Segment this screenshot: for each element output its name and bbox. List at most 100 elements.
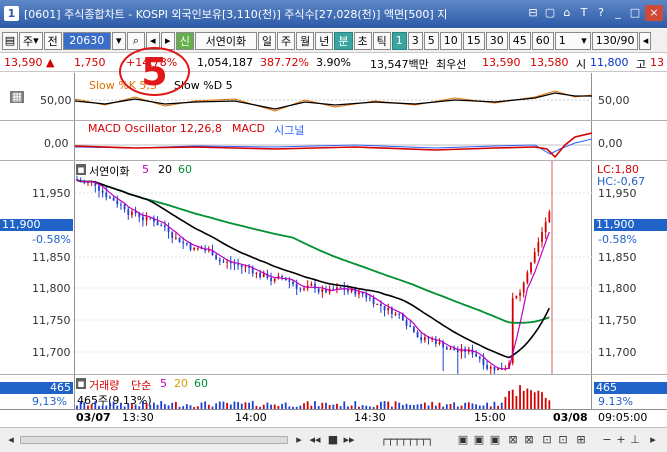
- code-dropdown-icon[interactable]: ▾: [111, 31, 126, 50]
- stop-icon[interactable]: ■: [326, 433, 340, 447]
- forward-icon[interactable]: ▸▸: [342, 433, 356, 447]
- volume-bar: [354, 401, 357, 409]
- candle-body: [101, 190, 104, 193]
- signal-line: [75, 138, 592, 155]
- tool-icon-4[interactable]: ⊠: [506, 433, 520, 447]
- candle-body: [412, 326, 415, 333]
- candle-body: [478, 356, 481, 359]
- close-icon[interactable]: ×: [645, 5, 663, 21]
- volume-bar: [467, 402, 470, 409]
- macd-panel[interactable]: MACD Oscillator 12,26,8 MACD 시그널 0,00 0,…: [0, 121, 667, 160]
- period-year[interactable]: 년: [315, 31, 334, 50]
- zoom-slider[interactable]: ┌┬┬┬┬┬┬┐: [362, 433, 452, 447]
- current-price-tag-right: 11,900: [594, 219, 667, 231]
- price-panel[interactable]: ▪ 서연이화 5 20 60 11,950 11,850 11,800 11,7…: [0, 161, 667, 374]
- fit-icon[interactable]: ⊥: [628, 433, 642, 447]
- interval-10[interactable]: 10: [439, 31, 462, 50]
- window-icon[interactable]: ▢: [543, 5, 557, 21]
- candle-body: [438, 342, 441, 344]
- stock-code-input[interactable]: 20630: [62, 31, 111, 50]
- tool-icon-2[interactable]: ▣: [472, 433, 486, 447]
- zoom-out-icon[interactable]: −: [600, 433, 614, 447]
- period-minute[interactable]: 분: [334, 31, 353, 50]
- candle-body: [281, 276, 283, 278]
- volume-bar: [174, 402, 177, 409]
- lock-icon[interactable]: ⌂: [560, 5, 574, 21]
- period-day[interactable]: 일: [257, 31, 277, 50]
- stock-type-select[interactable]: 주 ▾: [19, 31, 43, 50]
- period-week[interactable]: 주: [277, 31, 296, 50]
- period-tick[interactable]: 틱: [372, 31, 391, 50]
- volume-rate-left: 9,13%: [32, 395, 67, 408]
- candle-body: [182, 242, 185, 244]
- interval-5[interactable]: 5: [423, 31, 439, 50]
- stochastic-panel[interactable]: ▦ Slow %K 5,3 Slow %D 5 50,00 50,00: [0, 73, 667, 120]
- ytick-11750-left: 11,750: [32, 314, 71, 327]
- candle-body: [163, 225, 166, 228]
- tool-icon-1[interactable]: ▣: [456, 433, 470, 447]
- tool-icon-8[interactable]: ⊞: [574, 433, 588, 447]
- candle-body: [365, 293, 368, 298]
- candle-body: [548, 211, 551, 222]
- candle-body: [127, 209, 130, 215]
- volume-bar: [508, 390, 510, 409]
- grid-menu-icon[interactable]: ▤: [2, 31, 18, 50]
- restore-icon[interactable]: ⊟: [526, 5, 540, 21]
- stock-name: 서연이화: [194, 31, 257, 50]
- volume-bar: [237, 402, 240, 409]
- candle-body: [244, 266, 247, 268]
- maximize-icon[interactable]: □: [628, 5, 642, 21]
- candle-body: [347, 289, 349, 292]
- table-icon[interactable]: ▦: [10, 91, 24, 103]
- search-icon[interactable]: ⌕: [126, 31, 145, 50]
- time-label-date1: 03/07: [76, 411, 111, 424]
- candle-body: [420, 337, 423, 341]
- candle-body: [530, 262, 532, 273]
- candle-body: [380, 304, 382, 306]
- minimize-icon[interactable]: _: [611, 5, 625, 21]
- interval-3[interactable]: 3: [407, 31, 423, 50]
- volume-bar: [160, 401, 163, 409]
- candle-body: [240, 265, 243, 267]
- interval-15[interactable]: 15: [462, 31, 485, 50]
- current-price-tag-left: 11,900: [0, 219, 73, 231]
- period-month[interactable]: 월: [296, 31, 315, 50]
- zoom-in-icon[interactable]: +: [614, 433, 628, 447]
- interval-30[interactable]: 30: [485, 31, 508, 50]
- open-price: 11,800: [590, 56, 629, 69]
- volume-bar: [251, 401, 254, 409]
- font-icon[interactable]: T: [577, 5, 591, 21]
- current-price: 13,590: [4, 56, 43, 69]
- tool-icon-5[interactable]: ⊠: [522, 433, 536, 447]
- interval-45[interactable]: 45: [508, 31, 531, 50]
- market-select[interactable]: 전: [43, 31, 62, 50]
- play-icon[interactable]: ▸: [292, 433, 306, 447]
- interval-1[interactable]: 1: [391, 31, 407, 50]
- horizontal-scrollbar[interactable]: [20, 436, 288, 444]
- candle-body: [233, 263, 236, 265]
- volume-bar: [530, 390, 532, 409]
- volume-bar: [83, 402, 86, 409]
- scroll-right-icon[interactable]: ▸: [646, 433, 660, 447]
- tool-icon-7[interactable]: ⊡: [556, 433, 570, 447]
- unit-select[interactable]: 1 ▾: [554, 31, 591, 50]
- interval-60[interactable]: 60: [531, 31, 554, 50]
- stoch-axis-left: 50,00: [40, 94, 72, 107]
- rewind-icon[interactable]: ◂◂: [308, 433, 322, 447]
- view-count-input[interactable]: 130/90: [591, 31, 639, 50]
- help-icon[interactable]: ?: [594, 5, 608, 21]
- title-bar: 1 [0601] 주식종합차트 - KOSPI 외국인보유[3,110(천)] …: [0, 0, 667, 28]
- volume-panel[interactable]: ▪ 거래량 단순 5 20 60 465주(9.13%) 465 9,13% 4…: [0, 375, 667, 409]
- quote-bar: 13,590 ▲ 1,750 +14.78% 1,054,187 387.72%…: [0, 54, 667, 72]
- candle-body: [105, 192, 108, 198]
- candle-body: [218, 259, 221, 262]
- period-second[interactable]: 초: [353, 31, 372, 50]
- chart-area[interactable]: ▦ Slow %K 5,3 Slow %D 5 50,00 50,00 MACD…: [0, 73, 667, 426]
- scroll-left-icon[interactable]: ◂: [4, 433, 18, 447]
- volume-bar: [504, 396, 507, 409]
- scroll-left-icon[interactable]: ◂: [639, 31, 652, 50]
- tool-icon-6[interactable]: ⊡: [540, 433, 554, 447]
- tool-icon-3[interactable]: ▣: [488, 433, 502, 447]
- volume-bar: [383, 401, 386, 409]
- annotation-number: 5: [141, 50, 168, 94]
